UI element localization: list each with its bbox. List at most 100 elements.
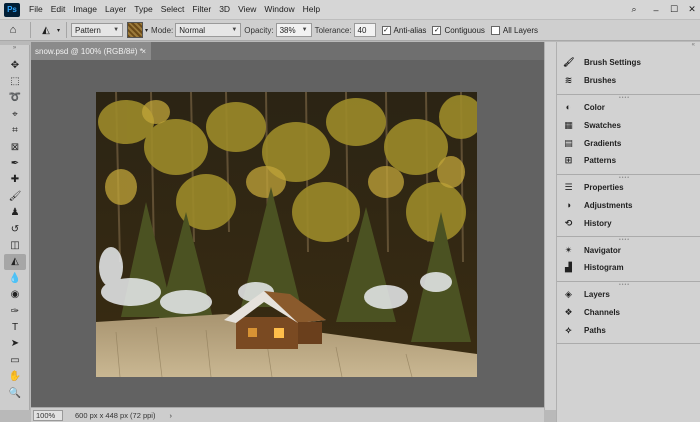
adjustments-icon: ◑: [565, 200, 572, 211]
panel-grip[interactable]: ••••: [619, 175, 630, 181]
panel-navigator[interactable]: ✴ Navigator: [557, 241, 700, 259]
zoom-input[interactable]: 100%: [33, 409, 63, 421]
fill-source-value: Pattern: [75, 25, 101, 35]
tolerance-input[interactable]: 40: [353, 23, 376, 37]
mode-select[interactable]: Normal ▼: [175, 23, 242, 37]
eraser-tool-icon[interactable]: ◫: [0, 237, 30, 253]
menu-list: File Edit Image Layer Type Select Filter 3D View…: [25, 0, 324, 19]
mode-label: Mode:: [151, 25, 174, 35]
panel-adjustments[interactable]: ◑ Adjustments: [557, 197, 700, 215]
panel-grip[interactable]: ••••: [619, 237, 630, 243]
hand-tool-icon[interactable]: ✋: [0, 368, 30, 384]
panel-patterns[interactable]: ⊞ Patterns: [557, 152, 700, 170]
menu-file[interactable]: File: [25, 0, 47, 19]
panel-label: Adjustments: [584, 200, 633, 210]
zoom-tool-icon[interactable]: 🔍: [0, 385, 30, 401]
frame-tool-icon[interactable]: ⊠: [0, 139, 30, 155]
pattern-swatch[interactable]: [127, 22, 144, 38]
panel-group: •••• ◈ Layers ❖ Channels ⟡ Paths: [557, 282, 700, 345]
menu-help[interactable]: Help: [299, 0, 324, 19]
menu-layer[interactable]: Layer: [101, 0, 130, 19]
panel-paths[interactable]: ⟡ Paths: [557, 321, 700, 339]
panel-layers[interactable]: ◈ Layers: [557, 286, 700, 304]
anti-alias-label: Anti-alias: [393, 25, 427, 35]
menu-edit[interactable]: Edit: [47, 0, 70, 19]
path-select-tool-icon[interactable]: ➤: [0, 336, 30, 352]
panel-swatches[interactable]: ▦ Swatches: [557, 116, 700, 134]
panel-label: Channels: [584, 307, 621, 317]
navigator-icon: ✴: [564, 244, 573, 255]
panel-group: •••• ☰ Properties ◑ Adjustments ⟲ History: [557, 175, 700, 238]
search-icon[interactable]: ⌕: [623, 0, 645, 19]
patterns-icon: ⊞: [564, 155, 573, 166]
panel-label: Brushes: [584, 76, 617, 86]
blur-tool-icon[interactable]: 💧: [0, 270, 30, 286]
document-info: 600 px x 448 px (72 ppi): [75, 410, 156, 420]
panel-gradients[interactable]: ▤ Gradients: [557, 134, 700, 152]
chevron-down-icon[interactable]: ▾: [57, 27, 60, 34]
panel-label: Histogram: [584, 263, 624, 273]
eyedropper-tool-icon[interactable]: ✒: [0, 155, 30, 171]
panel-grip[interactable]: ••••: [619, 95, 630, 101]
all-layers-checkbox[interactable]: [490, 25, 500, 35]
close-tab-icon[interactable]: ×: [141, 47, 146, 56]
chevron-down-icon[interactable]: ▾: [145, 27, 148, 34]
all-layers-label: All Layers: [502, 25, 539, 35]
panel-label: Paths: [584, 325, 606, 335]
type-tool-icon[interactable]: T: [0, 319, 30, 335]
lasso-tool-icon[interactable]: ➰: [0, 90, 30, 106]
dodge-tool-icon[interactable]: ◉: [0, 286, 30, 302]
spot-heal-tool-icon[interactable]: ✚: [0, 172, 30, 188]
menu-view[interactable]: View: [234, 0, 260, 19]
brush-tool-icon[interactable]: 🖌: [0, 188, 30, 204]
menu-filter[interactable]: Filter: [188, 0, 215, 19]
menu-window[interactable]: Window: [260, 0, 298, 19]
document-tab[interactable]: snow.psd @ 100% (RGB/8#) * ×: [31, 42, 151, 60]
quick-select-tool-icon[interactable]: ⌖: [0, 106, 30, 122]
menu-3d[interactable]: 3D: [215, 0, 234, 19]
pen-tool-icon[interactable]: ✑: [0, 303, 30, 319]
options-bar: ⌂ ◭ ▾ Pattern ▼ ▾ Mode: Normal ▼ Opacity: …: [0, 19, 700, 41]
color-icon: ◐: [565, 102, 572, 113]
fill-source-select[interactable]: Pattern ▼: [71, 23, 124, 37]
panel-label: Gradients: [584, 138, 622, 148]
panel-color[interactable]: ◐ Color: [557, 99, 700, 117]
rectangle-tool-icon[interactable]: ▭: [0, 352, 30, 368]
toolbox-collapse-icon[interactable]: »: [0, 45, 29, 57]
panel-grip[interactable]: ••••: [619, 282, 630, 288]
tab-strip: [151, 42, 544, 60]
contiguous-checkbox[interactable]: ✓: [432, 25, 442, 35]
panel-brush-settings[interactable]: 🖌 Brush Settings: [557, 54, 700, 72]
panel-histogram[interactable]: ▟ Histogram: [557, 259, 700, 277]
panel-properties[interactable]: ☰ Properties: [557, 179, 700, 197]
mode-value: Normal: [179, 25, 206, 35]
canvas-image[interactable]: [96, 92, 477, 377]
move-tool-icon[interactable]: ✥: [0, 57, 30, 73]
marquee-tool-icon[interactable]: ⬚: [0, 73, 30, 89]
history-icon: ⟲: [564, 217, 573, 228]
menu-select[interactable]: Select: [157, 0, 189, 19]
panel-group: •••• ◐ Color ▦ Swatches ▤ Gradients ⊞ Patterns: [557, 95, 700, 175]
menu-image[interactable]: Image: [69, 0, 101, 19]
home-icon[interactable]: ⌂: [0, 24, 26, 36]
anti-alias-checkbox[interactable]: ✓: [381, 25, 391, 35]
panel-channels[interactable]: ❖ Channels: [557, 304, 700, 322]
status-menu-arrow[interactable]: ›: [169, 411, 172, 420]
dock-collapse-icon[interactable]: «: [557, 42, 700, 50]
clone-stamp-tool-icon[interactable]: ♟: [0, 205, 30, 221]
properties-icon: ☰: [564, 182, 573, 193]
panel-brushes[interactable]: ≋ Brushes: [557, 72, 700, 90]
panel-label: Swatches: [584, 120, 621, 130]
menu-type[interactable]: Type: [130, 0, 156, 19]
panel-group: 🖌 Brush Settings ≋ Brushes: [557, 50, 700, 95]
paint-bucket-tool-icon[interactable]: ◭: [4, 253, 26, 271]
paint-bucket-preset-icon[interactable]: ◭: [35, 25, 57, 36]
forest-cabin-image: [96, 92, 477, 377]
close-button[interactable]: ✕: [681, 0, 700, 19]
brush-settings-icon: 🖌: [563, 57, 575, 68]
history-brush-tool-icon[interactable]: ↺: [0, 221, 30, 237]
opacity-input[interactable]: 38% ▼: [275, 23, 312, 37]
gradients-icon: ▤: [564, 137, 573, 148]
panel-history[interactable]: ⟲ History: [557, 214, 700, 232]
crop-tool-icon[interactable]: ⌗: [0, 123, 30, 139]
